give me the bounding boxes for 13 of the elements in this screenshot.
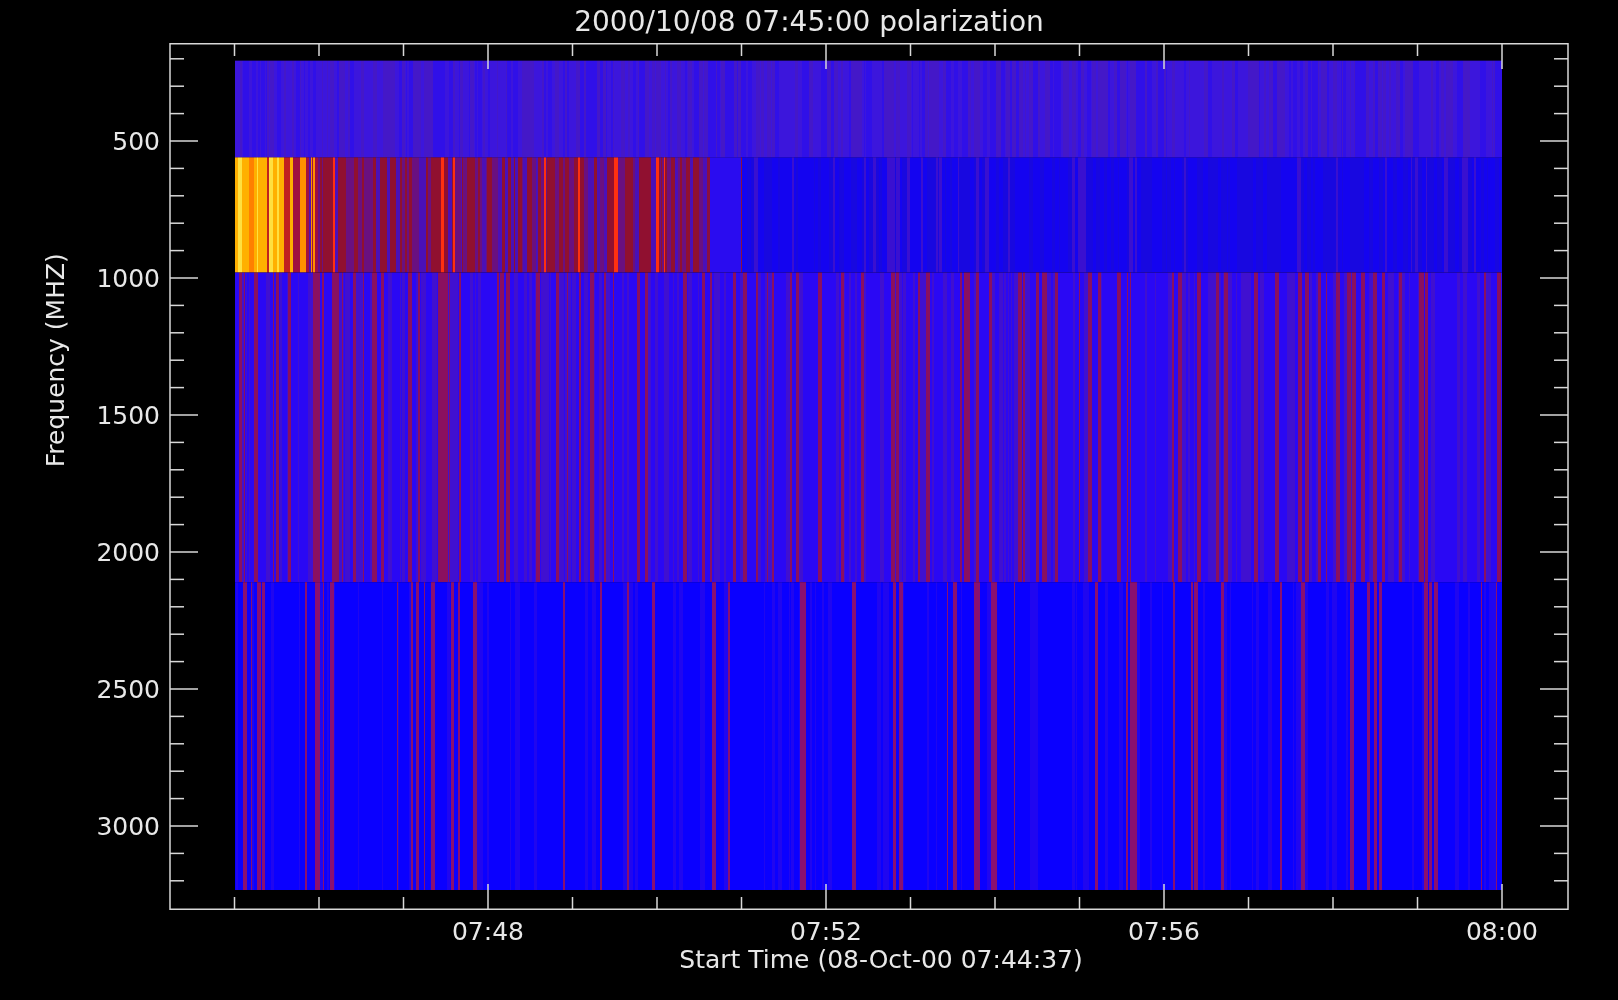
axis-tick-label: 2500	[96, 675, 160, 704]
axis-title: Start Time (08-Oct-00 07:44:37)	[679, 945, 1083, 974]
axis-tick-label: 07:52	[790, 917, 862, 946]
axis-title: Frequency (MHZ)	[41, 253, 70, 468]
chart-title: 2000/10/08 07:45:00 polarization	[574, 7, 1044, 36]
axis-tick-label: 08:00	[1466, 917, 1538, 946]
axis-tick-label: 1500	[96, 401, 160, 430]
axis-tick-label: 07:56	[1128, 917, 1200, 946]
axis-tick-label: 07:48	[452, 917, 524, 946]
axis-tick-label: 3000	[96, 812, 160, 841]
axis-tick-label: 1000	[96, 264, 160, 293]
axis-tick-label: 2000	[96, 538, 160, 567]
axis-tick-label: 500	[112, 127, 160, 156]
